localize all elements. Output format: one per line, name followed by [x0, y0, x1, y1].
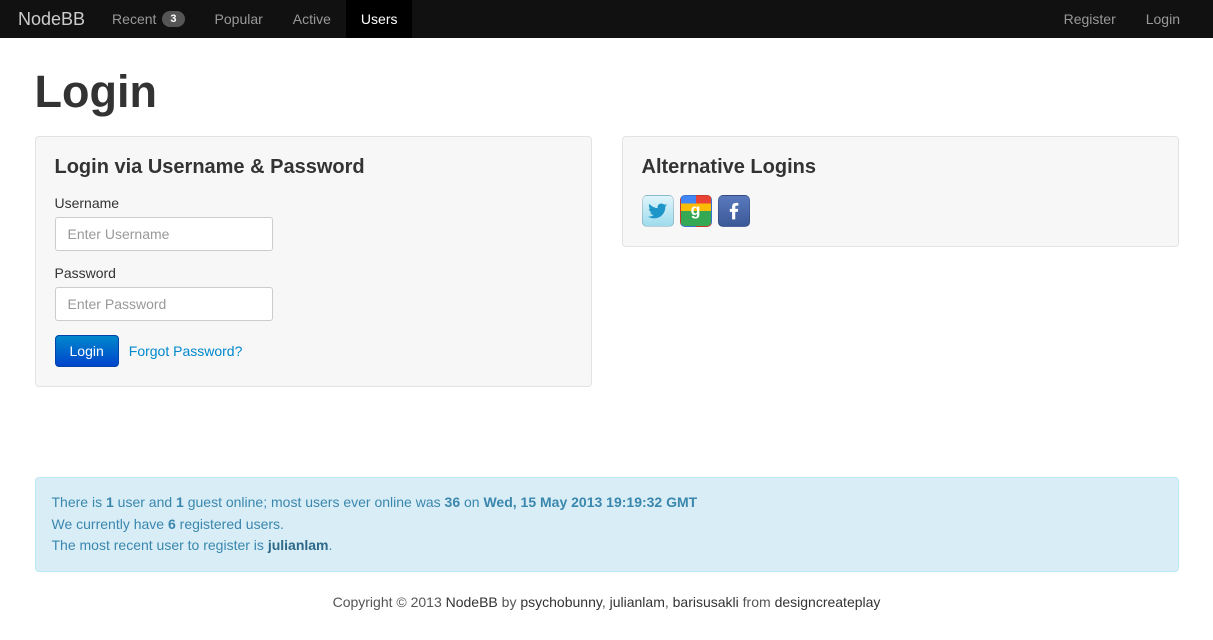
username-input[interactable]: [55, 217, 273, 251]
text: guest online; most users ever online was: [184, 494, 445, 510]
alt-login-panel: Alternative Logins g: [622, 136, 1179, 247]
text: from: [739, 594, 775, 610]
author-link[interactable]: barisusakli: [673, 594, 739, 610]
text: There is: [52, 494, 106, 510]
text: ,: [602, 594, 610, 610]
nav-label: Recent: [112, 11, 156, 27]
nav-label: Register: [1064, 11, 1116, 27]
password-label: Password: [55, 265, 572, 281]
login-panel: Login via Username & Password Username P…: [35, 136, 592, 387]
twitter-icon[interactable]: [642, 195, 674, 227]
nav-item-register[interactable]: Register: [1049, 0, 1131, 38]
nav-item-active[interactable]: Active: [278, 0, 346, 38]
username-row: Username: [55, 195, 572, 251]
nav-item-login[interactable]: Login: [1131, 0, 1195, 38]
nav-item-recent[interactable]: Recent 3: [97, 0, 199, 38]
author-link[interactable]: julianlam: [610, 594, 665, 610]
forgot-password-link[interactable]: Forgot Password?: [129, 343, 243, 359]
copyright-text: Copyright © 2013: [333, 594, 446, 610]
max-online-date: Wed, 15 May 2013 19:19:32 GMT: [483, 494, 697, 510]
facebook-icon[interactable]: [718, 195, 750, 227]
text: registered users.: [176, 516, 284, 532]
alt-panel-heading: Alternative Logins: [642, 156, 1159, 179]
guests-online-count: 1: [176, 494, 184, 510]
brand-link[interactable]: NodeBB: [18, 9, 97, 30]
text: ,: [665, 594, 673, 610]
stats-line-3: The most recent user to register is juli…: [52, 535, 1162, 557]
text: The most recent user to register is: [52, 537, 268, 553]
stats-line-2: We currently have 6 registered users.: [52, 514, 1162, 536]
registered-count: 6: [168, 516, 176, 532]
recent-badge: 3: [162, 11, 184, 27]
nav-label: Users: [361, 11, 398, 27]
nav-item-users[interactable]: Users: [346, 0, 413, 38]
author-link[interactable]: psychobunny: [520, 594, 601, 610]
alt-column: Alternative Logins g: [622, 136, 1179, 407]
product-link[interactable]: NodeBB: [446, 594, 498, 610]
footer: Copyright © 2013 NodeBB by psychobunny, …: [35, 572, 1179, 640]
login-panel-heading: Login via Username & Password: [55, 156, 572, 179]
password-row: Password: [55, 265, 572, 321]
max-online-count: 36: [445, 494, 461, 510]
login-button[interactable]: Login: [55, 335, 119, 367]
facebook-glyph: [724, 201, 744, 221]
latest-user-link[interactable]: julianlam: [268, 537, 329, 553]
nav-label: Login: [1146, 11, 1180, 27]
text: We currently have: [52, 516, 168, 532]
nav-label: Active: [293, 11, 331, 27]
alt-icons-row: g: [642, 195, 1159, 227]
login-column: Login via Username & Password Username P…: [35, 136, 592, 407]
navbar-right: Register Login: [1049, 0, 1195, 38]
nav-label: Popular: [215, 11, 263, 27]
stats-alert: There is 1 user and 1 guest online; most…: [35, 477, 1179, 572]
text: user and: [114, 494, 176, 510]
text: .: [329, 537, 333, 553]
page-title: Login: [35, 66, 1179, 118]
nav-item-popular[interactable]: Popular: [200, 0, 278, 38]
top-navbar: NodeBB Recent 3 Popular Active Users Reg…: [0, 0, 1213, 38]
password-input[interactable]: [55, 287, 273, 321]
navbar-left: NodeBB Recent 3 Popular Active Users: [18, 0, 412, 38]
login-actions: Login Forgot Password?: [55, 335, 572, 367]
text: by: [498, 594, 521, 610]
username-label: Username: [55, 195, 572, 211]
stats-line-1: There is 1 user and 1 guest online; most…: [52, 492, 1162, 514]
org-link[interactable]: designcreateplay: [775, 594, 881, 610]
main-container: Login Login via Username & Password User…: [17, 66, 1197, 640]
google-glyph: g: [691, 202, 701, 220]
users-online-count: 1: [106, 494, 114, 510]
google-icon[interactable]: g: [680, 195, 712, 227]
text: on: [460, 494, 483, 510]
content-row: Login via Username & Password Username P…: [35, 136, 1179, 407]
twitter-glyph: [648, 201, 668, 221]
